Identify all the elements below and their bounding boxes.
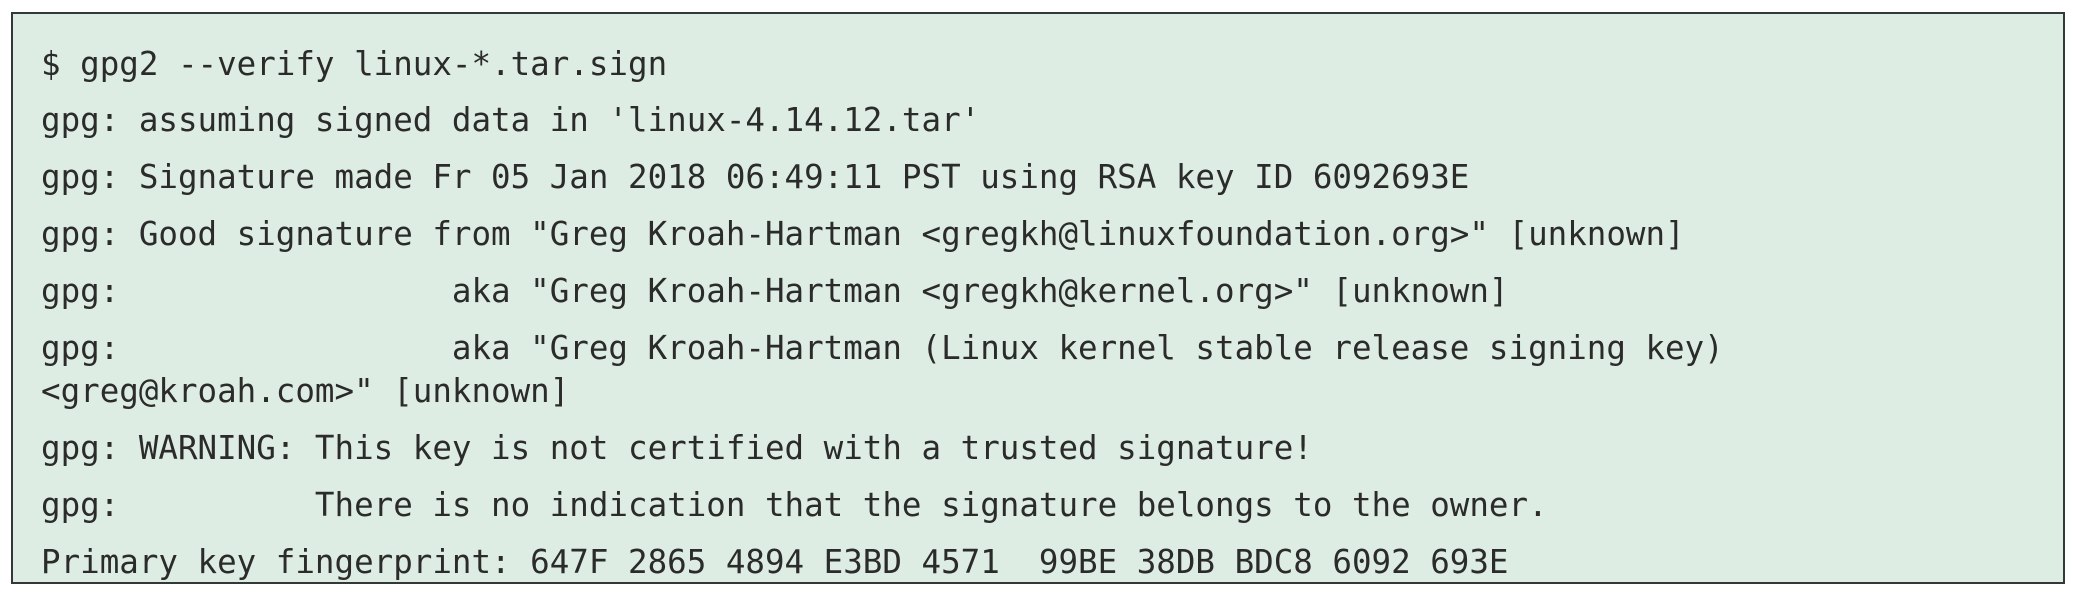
output-line-signature-made: gpg: Signature made Fr 05 Jan 2018 06:49…	[41, 158, 1470, 196]
terminal-output-block: $ gpg2 --verify linux-*.tar.sign gpg: as…	[11, 12, 2065, 584]
output-line-primary-key-fingerprint: Primary key fingerprint: 647F 2865 4894 …	[41, 543, 1509, 581]
command-line: $ gpg2 --verify linux-*.tar.sign	[41, 45, 668, 83]
output-line-no-indication: gpg: There is no indication that the sig…	[41, 486, 1548, 524]
output-line-aka-stable-key-continued: <greg@kroah.com>" [unknown]	[41, 372, 570, 410]
output-line-aka-kernel-org: gpg: aka "Greg Kroah-Hartman <gregkh@ker…	[41, 272, 1509, 310]
output-line-aka-stable-key: gpg: aka "Greg Kroah-Hartman (Linux kern…	[41, 329, 1724, 367]
output-line-good-signature: gpg: Good signature from "Greg Kroah-Har…	[41, 215, 1685, 253]
output-line-warning: gpg: WARNING: This key is not certified …	[41, 429, 1313, 467]
output-line-assuming-signed-data: gpg: assuming signed data in 'linux-4.14…	[41, 101, 981, 139]
